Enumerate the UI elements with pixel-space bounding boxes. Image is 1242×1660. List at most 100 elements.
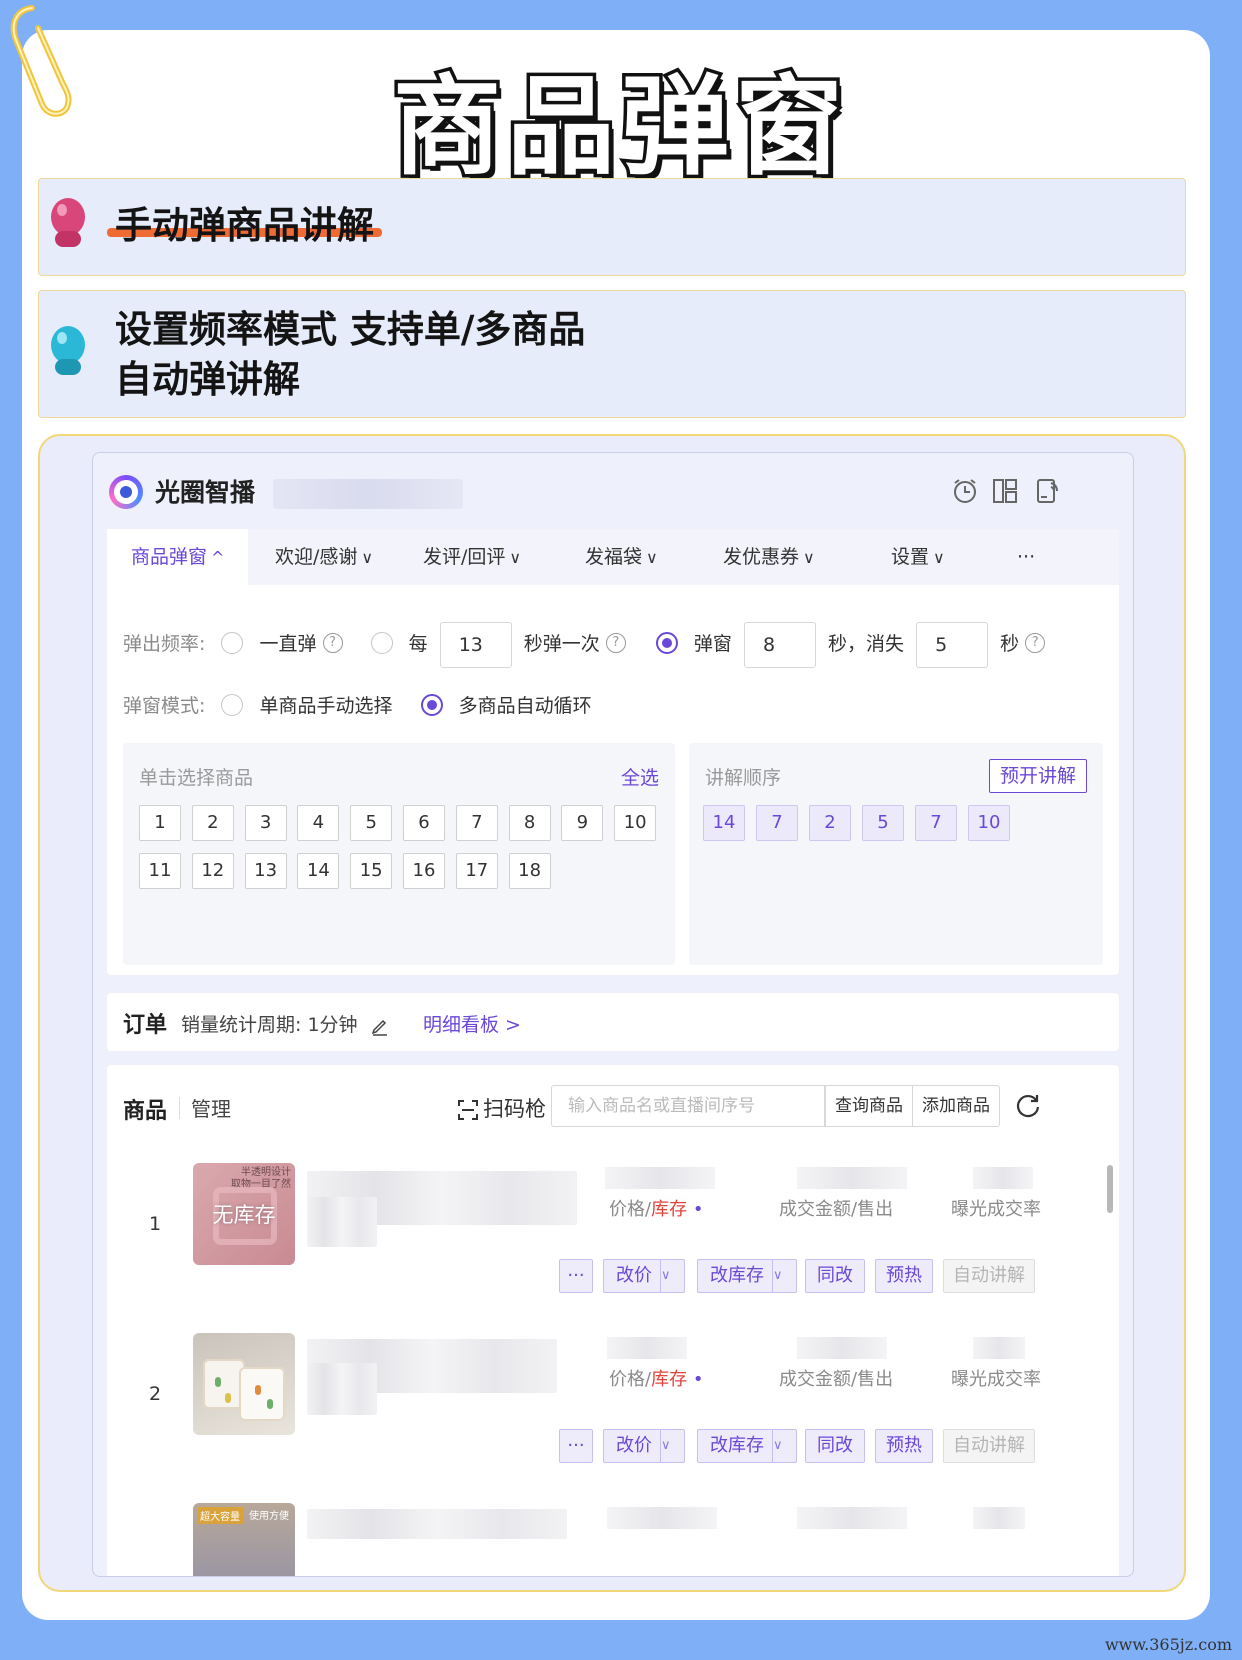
product-number-chip[interactable]: 13 xyxy=(244,853,287,889)
scanner-button[interactable]: 扫码枪 xyxy=(457,1093,546,1123)
help-icon[interactable]: ? xyxy=(1025,632,1046,653)
pushpin-icon xyxy=(51,326,85,375)
explain-order-chip[interactable]: 7 xyxy=(915,805,957,841)
layout-icon[interactable] xyxy=(991,477,1019,505)
tab-lucky-bag[interactable]: 发福袋 ∨ xyxy=(585,529,658,585)
hide-seconds-input[interactable]: 5 xyxy=(916,621,989,668)
detail-dashboard-link[interactable]: 明细看板 > xyxy=(423,1010,521,1037)
chevron-down-icon: ∨ xyxy=(660,1430,684,1462)
change-price-button[interactable]: 改价 ∨ xyxy=(603,1259,685,1293)
radio-multi-auto[interactable] xyxy=(420,693,443,716)
product-thumbnail[interactable] xyxy=(193,1333,295,1435)
explain-order-chip[interactable]: 7 xyxy=(756,805,798,841)
product-number-chip[interactable]: 12 xyxy=(191,853,234,889)
chevron-down-icon: ∨ xyxy=(660,1260,684,1292)
edit-pencil-icon[interactable] xyxy=(370,1016,390,1036)
help-icon[interactable]: ? xyxy=(605,632,626,653)
product-number-chip[interactable]: 9 xyxy=(561,805,604,841)
product-number-chip[interactable]: 16 xyxy=(403,853,445,889)
band-manual-text: 手动弹商品讲解 xyxy=(115,204,374,247)
blurred-product-name xyxy=(307,1509,567,1539)
radio-popup-duration[interactable] xyxy=(655,631,678,654)
product-number-chip[interactable]: 4 xyxy=(297,805,340,841)
tab-welcome[interactable]: 欢迎/感谢 ∨ xyxy=(275,529,373,585)
app-title: 光圈智播 xyxy=(155,478,256,507)
tab-product-popup[interactable]: 商品弹窗 ^ xyxy=(107,529,249,585)
tab-coupon[interactable]: 发优惠券 ∨ xyxy=(723,529,815,585)
manage-link[interactable]: 管理 xyxy=(191,1093,231,1122)
page-headline: 商品弹窗 xyxy=(389,62,849,194)
chevron-down-icon: ∨ xyxy=(772,1430,796,1462)
auto-explain-button[interactable]: 自动讲解 xyxy=(943,1429,1035,1463)
products-title: 商品 xyxy=(123,1099,168,1124)
more-actions-button[interactable]: ··· xyxy=(559,1429,593,1463)
price-stock-label: 价格/库存 • xyxy=(609,1369,704,1390)
deal-amount-label: 成交金额/售出 xyxy=(779,1199,894,1220)
product-row: 1 半透明设计 取物一目了然 无库存 价格/库存 • 成交金额/售出 曝光成交率 … xyxy=(107,1163,1119,1323)
product-number-chip[interactable]: 1 xyxy=(139,805,181,841)
refresh-icon[interactable] xyxy=(1013,1091,1043,1121)
deal-amount-label: 成交金额/售出 xyxy=(779,1369,894,1390)
tab-comments[interactable]: 发评/回评 ∨ xyxy=(423,529,521,585)
frequency-row: 弹出频率: 一直弹 ? 每 13 秒弹一次 ? 弹窗 8 秒，消失 5 秒 ? xyxy=(123,621,1046,668)
popup-settings-panel: 商品弹窗 ^ 欢迎/感谢 ∨ 发评/回评 ∨ 发福袋 ∨ 发优惠券 ∨ 设置 ∨ ··· 弹… xyxy=(107,529,1119,975)
price-stock-label: 价格/库存 • xyxy=(609,1199,704,1220)
product-number-chip[interactable]: 3 xyxy=(244,805,287,841)
sync-change-button[interactable]: 同改 xyxy=(805,1259,865,1293)
explain-order-chip[interactable]: 10 xyxy=(968,805,1010,841)
out-of-stock-label: 无库存 xyxy=(212,1203,276,1227)
product-row: 超大容量 使用方便 xyxy=(107,1503,1119,1576)
explain-order-chip[interactable]: 14 xyxy=(703,805,745,841)
pre-open-explain-button[interactable]: 预开讲解 xyxy=(988,759,1087,793)
select-all-link[interactable]: 全选 xyxy=(621,763,659,790)
product-number-chip[interactable]: 5 xyxy=(350,805,393,841)
product-number-chip[interactable]: 18 xyxy=(508,853,551,889)
product-number-chip[interactable]: 8 xyxy=(508,805,551,841)
preheat-button[interactable]: 预热 xyxy=(875,1259,933,1293)
explain-order-chip[interactable]: 5 xyxy=(862,805,904,841)
radio-every-n-seconds[interactable] xyxy=(370,631,393,654)
product-number-chip[interactable]: 14 xyxy=(297,853,340,889)
app-window: 光圈智播 商品弹窗 ^ 欢迎/感谢 ∨ 发评/回评 ∨ 发福袋 ∨ 发优惠券 ∨ 设置 ∨ … xyxy=(92,452,1134,1577)
products-panel: 商品 管理 扫码枪 输入商品名或直播间序号 查询商品 添加商品 1 半透明设计取… xyxy=(107,1065,1119,1576)
alarm-clock-icon[interactable] xyxy=(951,477,979,505)
radio-always[interactable] xyxy=(221,631,244,654)
show-seconds-input[interactable]: 8 xyxy=(743,621,816,668)
product-number-chip[interactable]: 7 xyxy=(455,805,498,841)
product-number-chip[interactable]: 17 xyxy=(455,853,498,889)
add-product-button[interactable]: 添加商品 xyxy=(912,1085,1000,1127)
cast-screen-icon[interactable] xyxy=(1033,477,1061,505)
exposure-rate-label: 曝光成交率 xyxy=(951,1369,1041,1390)
more-actions-button[interactable]: ··· xyxy=(559,1259,593,1293)
change-stock-button[interactable]: 改库存 ∨ xyxy=(697,1429,797,1463)
interval-input[interactable]: 13 xyxy=(439,621,512,668)
product-select-box: 单击选择商品 全选 1 2 3 4 5 6 7 8 9 10 11 12 13 14 15 16 17 18 xyxy=(123,743,675,965)
product-number-chip[interactable]: 2 xyxy=(191,805,234,841)
auto-explain-button[interactable]: 自动讲解 xyxy=(943,1259,1035,1293)
blurred-account xyxy=(273,479,463,509)
product-number-chip[interactable]: 10 xyxy=(614,805,657,841)
product-search-input[interactable]: 输入商品名或直播间序号 xyxy=(551,1085,825,1127)
help-icon[interactable]: ? xyxy=(322,632,343,653)
band-auto-line1: 设置频率模式 支持单/多商品 xyxy=(115,308,586,351)
preheat-button[interactable]: 预热 xyxy=(875,1429,933,1463)
tab-more[interactable]: ··· xyxy=(1017,529,1035,585)
tab-bar: 商品弹窗 ^ 欢迎/感谢 ∨ 发评/回评 ∨ 发福袋 ∨ 发优惠券 ∨ 设置 ∨ ··· xyxy=(107,529,1119,585)
change-stock-button[interactable]: 改库存 ∨ xyxy=(697,1259,797,1293)
product-number-chip[interactable]: 6 xyxy=(403,805,445,841)
query-product-button[interactable]: 查询商品 xyxy=(825,1085,913,1127)
feature-band-manual: 手动弹商品讲解 xyxy=(38,178,1186,276)
product-number-chip[interactable]: 11 xyxy=(139,853,181,889)
radio-single-manual[interactable] xyxy=(221,693,244,716)
app-header: 光圈智播 xyxy=(93,453,1133,529)
watermark: www.365jz.com xyxy=(1104,1635,1232,1654)
change-price-button[interactable]: 改价 ∨ xyxy=(603,1429,685,1463)
feature-band-auto: 设置频率模式 支持单/多商品 自动弹讲解 xyxy=(38,290,1186,418)
tab-settings[interactable]: 设置 ∨ xyxy=(891,529,945,585)
product-number-chip[interactable]: 15 xyxy=(350,853,393,889)
product-thumbnail[interactable]: 半透明设计 取物一目了然 无库存 xyxy=(193,1163,295,1265)
sync-change-button[interactable]: 同改 xyxy=(805,1429,865,1463)
product-thumbnail[interactable]: 超大容量 使用方便 xyxy=(193,1503,295,1576)
sales-period: 销量统计周期: 1分钟 xyxy=(181,1010,390,1037)
explain-order-chip[interactable]: 2 xyxy=(809,805,851,841)
